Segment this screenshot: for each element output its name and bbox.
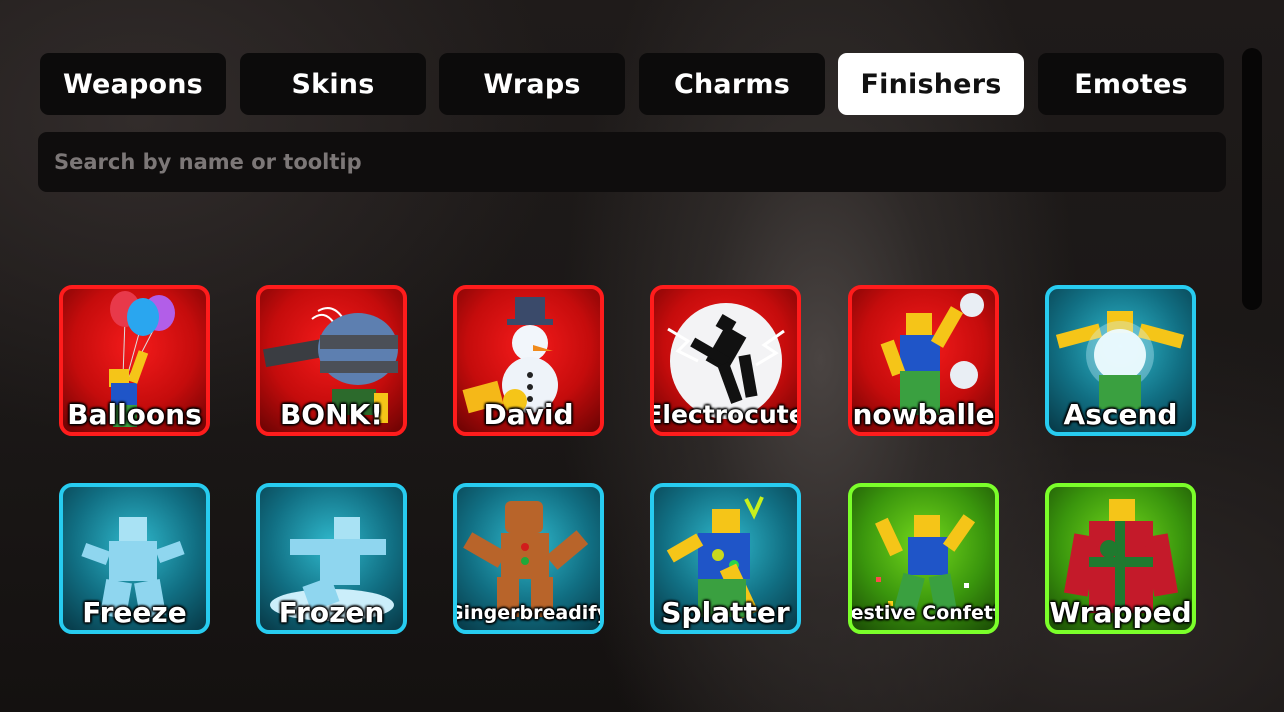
finisher-card-ascend[interactable]: Ascend (1045, 285, 1196, 436)
finisher-name: Snowballed (852, 398, 995, 431)
finisher-name: Frozen (278, 596, 385, 629)
finisher-name: Splatter (661, 596, 790, 629)
category-tabs: Weapons Skins Wraps Charms Finishers Emo… (40, 53, 1226, 115)
finisher-name: Balloons (67, 398, 202, 431)
finisher-name: Festive Confetti (850, 602, 995, 624)
tab-emotes[interactable]: Emotes (1038, 53, 1224, 115)
finisher-card-electrocute[interactable]: Electrocute (650, 285, 801, 436)
finisher-name: David (483, 398, 574, 431)
tab-charms[interactable]: Charms (639, 53, 825, 115)
finisher-card-festive-confetti[interactable]: Festive Confetti (848, 483, 999, 634)
tab-weapons[interactable]: Weapons (40, 53, 226, 115)
finisher-card-freeze[interactable]: Freeze (59, 483, 210, 634)
finisher-name: Freeze (82, 596, 187, 629)
finisher-name: Gingerbreadify (453, 602, 604, 624)
finisher-card-splatter[interactable]: Splatter (650, 483, 801, 634)
tab-skins[interactable]: Skins (240, 53, 426, 115)
finisher-name: Wrapped (1049, 596, 1192, 629)
scrollbar[interactable] (1242, 48, 1262, 310)
finisher-card-gingerbreadify[interactable]: Gingerbreadify (453, 483, 604, 634)
tab-finishers[interactable]: Finishers (838, 53, 1024, 115)
finisher-card-frozen[interactable]: Frozen (256, 483, 407, 634)
finisher-card-bonk[interactable]: BONK! (256, 285, 407, 436)
search-input[interactable] (38, 132, 1226, 192)
finisher-name: BONK! (279, 398, 384, 431)
search-bar (38, 132, 1226, 192)
finisher-card-david[interactable]: David (453, 285, 604, 436)
finisher-card-balloons[interactable]: Balloons (59, 285, 210, 436)
tab-wraps[interactable]: Wraps (439, 53, 625, 115)
finisher-name: Ascend (1063, 398, 1178, 431)
finisher-card-wrapped[interactable]: Wrapped (1045, 483, 1196, 634)
finisher-card-snowballed[interactable]: Snowballed (848, 285, 999, 436)
finisher-name: Electrocute (650, 400, 801, 429)
